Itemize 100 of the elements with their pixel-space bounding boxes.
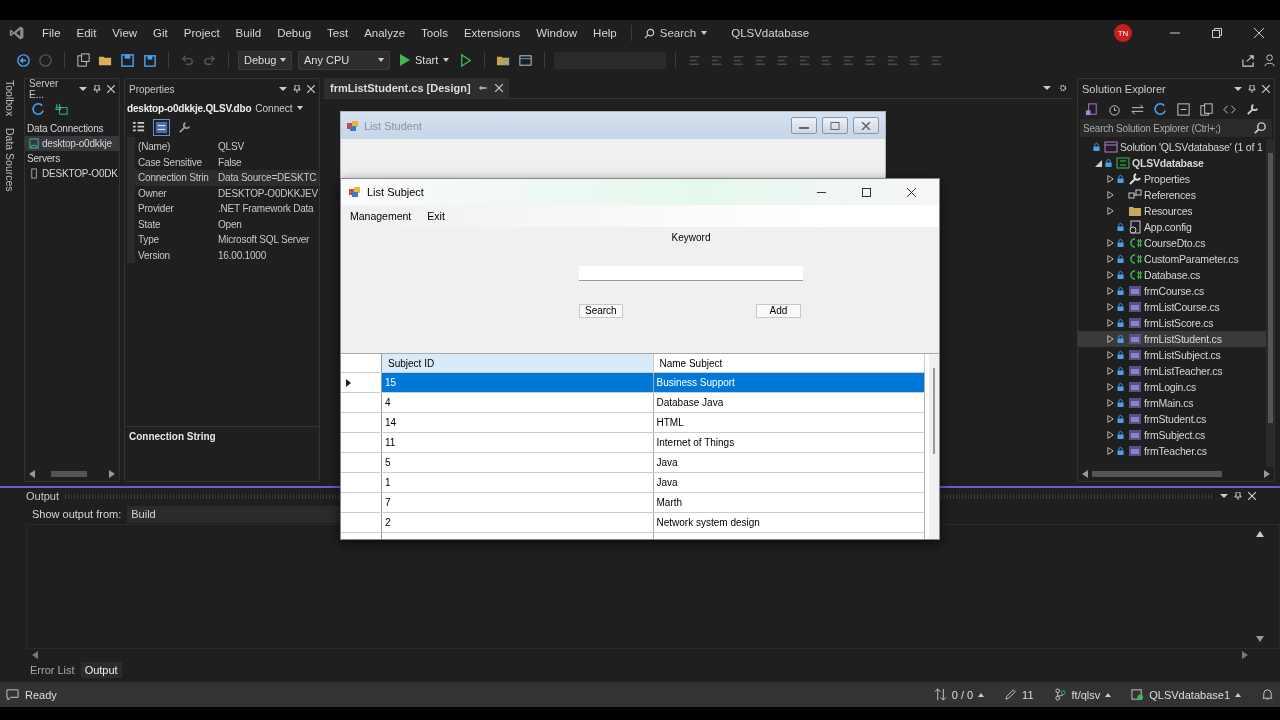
switch-views-icon[interactable]: [1084, 101, 1099, 117]
scroll-right-icon[interactable]: [109, 470, 115, 478]
person-icon[interactable]: [1263, 52, 1278, 68]
menu-item[interactable]: Window: [528, 27, 586, 39]
tree-item[interactable]: desktop-o0dkkje: [25, 136, 119, 151]
tree-item[interactable]: frmSubject.cs: [1078, 427, 1266, 443]
column-header[interactable]: Name Subject: [653, 354, 925, 372]
keyword-input[interactable]: [579, 266, 803, 281]
user-avatar[interactable]: TN: [1114, 24, 1132, 42]
document-tab[interactable]: frmListStudent.cs [Design]: [324, 78, 509, 98]
table-row[interactable]: 7 Marth: [341, 493, 925, 513]
scrollbar[interactable]: [1266, 139, 1274, 467]
collapsed-icon[interactable]: [1107, 319, 1114, 327]
scroll-up-icon[interactable]: [1256, 531, 1264, 537]
menu-item[interactable]: Extensions: [455, 27, 529, 39]
restore-icon[interactable]: [1212, 28, 1222, 38]
menu-item[interactable]: Build: [227, 27, 270, 39]
scroll-down-icon[interactable]: [1256, 636, 1264, 642]
chat-icon[interactable]: [6, 688, 19, 701]
menu-item[interactable]: Edit: [68, 27, 105, 39]
repository-indicator[interactable]: QLSVdatabase1: [1131, 688, 1241, 701]
panel-tab[interactable]: Error List: [26, 662, 79, 678]
property-row[interactable]: Connection Strin Data Source=DESKTC: [135, 170, 319, 186]
tree-item[interactable]: frmListScore.cs: [1078, 315, 1266, 331]
tree-item[interactable]: Properties: [1078, 171, 1266, 187]
collapsed-icon[interactable]: [1107, 383, 1114, 391]
scroll-left-icon[interactable]: [29, 470, 35, 478]
menu-item[interactable]: Project: [175, 27, 228, 39]
pin-icon[interactable]: [93, 85, 101, 93]
menu-item[interactable]: View: [104, 27, 146, 39]
menu-item[interactable]: Git: [145, 27, 176, 39]
tree-item[interactable]: frmListCourse.cs: [1078, 299, 1266, 315]
bell-icon[interactable]: [1261, 688, 1274, 701]
table-row[interactable]: 2 Network system design: [341, 513, 925, 533]
pin-icon[interactable]: [1234, 492, 1242, 500]
tree-item[interactable]: frmListTeacher.cs: [1078, 363, 1266, 379]
property-row[interactable]: State Open: [135, 216, 319, 232]
new-project-icon[interactable]: [76, 52, 91, 68]
property-row[interactable]: (Name) QLSV: [135, 139, 319, 155]
save-all-icon[interactable]: [142, 52, 157, 68]
start-button[interactable]: Start: [396, 54, 454, 66]
tree-item[interactable]: QLSVdatabase: [1078, 155, 1266, 171]
connect-icon[interactable]: [54, 101, 69, 117]
collapsed-icon[interactable]: [1107, 335, 1114, 343]
wrench-icon[interactable]: [1245, 101, 1260, 117]
scroll-right-icon[interactable]: [1264, 470, 1270, 478]
scroll-left-icon[interactable]: [32, 651, 38, 659]
form-button[interactable]: Search: [579, 304, 623, 318]
collapsed-icon[interactable]: [1107, 271, 1114, 279]
panel-tab[interactable]: Output: [80, 662, 122, 678]
collapsed-icon[interactable]: [1107, 191, 1114, 199]
tree-item[interactable]: frmTeacher.cs: [1078, 443, 1266, 459]
tree-item[interactable]: CourseDto.cs: [1078, 235, 1266, 251]
dropdown-icon[interactable]: [1043, 84, 1051, 92]
menu-item[interactable]: Analyze: [356, 27, 414, 39]
window-icon[interactable]: [518, 52, 534, 68]
tree-item[interactable]: App.config: [1078, 219, 1266, 235]
menu-item[interactable]: Management: [345, 210, 417, 222]
property-row[interactable]: Version 16.00.1000: [135, 247, 319, 263]
scroll-right-icon[interactable]: [1242, 651, 1248, 659]
menu-item[interactable]: Debug: [269, 27, 320, 39]
copy-icon[interactable]: [1199, 101, 1214, 117]
menu-item[interactable]: Exit: [422, 210, 450, 222]
collapsed-icon[interactable]: [1107, 399, 1114, 407]
collapse-icon[interactable]: [1176, 101, 1191, 117]
branch-indicator[interactable]: ft/qlsv: [1053, 688, 1112, 701]
collapsed-icon[interactable]: [1107, 367, 1114, 375]
settings-icon[interactable]: [1059, 84, 1067, 92]
table-row[interactable]: 14 HTML: [341, 413, 925, 433]
property-row[interactable]: Owner DESKTOP-O0DKKJEV: [135, 185, 319, 201]
tree-item[interactable]: Solution 'QLSVdatabase' (1 of 1: [1078, 139, 1266, 155]
search-field[interactable]: Search Solution Explorer (Ctrl+;): [1080, 119, 1272, 137]
close-button[interactable]: [853, 117, 879, 134]
tree-item[interactable]: DESKTOP-O0DK: [25, 166, 119, 181]
save-icon[interactable]: [120, 52, 135, 68]
tree-item[interactable]: Data Connections: [25, 121, 119, 136]
menu-item[interactable]: File: [34, 27, 69, 39]
maximize-button[interactable]: [822, 117, 848, 134]
scrollbar[interactable]: [929, 354, 939, 539]
refresh-icon[interactable]: [1153, 101, 1168, 117]
side-tab[interactable]: Toolbox: [4, 80, 16, 117]
table-row[interactable]: 5 Java: [341, 453, 925, 473]
pin-icon[interactable]: [293, 85, 301, 93]
tree-item[interactable]: Servers: [25, 151, 119, 166]
collapsed-icon[interactable]: [1107, 431, 1114, 439]
property-row[interactable]: Provider .NET Framework Data: [135, 201, 319, 217]
back-icon[interactable]: [16, 52, 31, 68]
configuration-dropdown[interactable]: Debug: [238, 50, 292, 70]
collapsed-icon[interactable]: [1107, 175, 1114, 183]
table-row[interactable]: 1 Java: [341, 473, 925, 493]
menu-item[interactable]: Help: [585, 27, 625, 39]
connect-button[interactable]: Connect: [255, 102, 303, 114]
dropdown-icon[interactable]: [279, 85, 287, 93]
pin-icon[interactable]: [478, 84, 487, 92]
close-icon[interactable]: [907, 187, 916, 197]
search-button[interactable]: Search: [637, 27, 714, 39]
tree-item[interactable]: Resources: [1078, 203, 1266, 219]
share-icon[interactable]: [1241, 52, 1256, 68]
tree-item[interactable]: Database.cs: [1078, 267, 1266, 283]
collapsed-icon[interactable]: [1107, 239, 1114, 247]
